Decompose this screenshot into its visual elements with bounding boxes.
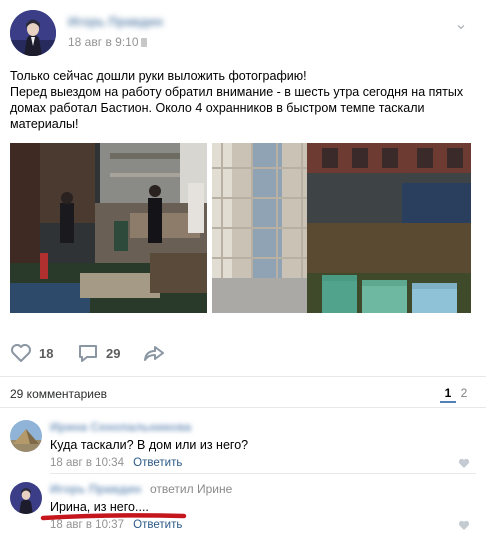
commenter-avatar[interactable] (10, 420, 42, 452)
annotation-stroke (40, 513, 187, 521)
comment-like-button[interactable] (458, 458, 470, 469)
comment-author[interactable]: Игорь Правдин (50, 482, 141, 496)
share-button[interactable] (142, 340, 166, 366)
post-text: Только сейчас дошли руки выложить фотогр… (10, 68, 476, 132)
post-actions: 18 29 (10, 340, 476, 366)
divider (0, 376, 486, 377)
comment-author[interactable]: Ирина Сенопальникова (50, 420, 191, 434)
avatar-image (10, 10, 56, 56)
avatar-image (10, 482, 42, 514)
page-2-tab[interactable]: 2 (456, 385, 472, 403)
post-date-text: 18 авг в 9:10 (68, 35, 139, 49)
reply-to-label[interactable]: ответил Ирине (150, 482, 232, 496)
author-avatar[interactable] (10, 10, 56, 56)
like-button[interactable]: 18 (10, 340, 53, 366)
more-options-icon[interactable]: ⌄ (452, 16, 470, 34)
reply-link[interactable]: Ответить (133, 457, 182, 469)
heart-icon (11, 344, 31, 362)
comment-button[interactable]: 29 (77, 340, 120, 366)
post-date[interactable]: 18 авг в 9:10 (68, 35, 147, 49)
highlight-underline (40, 510, 187, 521)
post-text-line: Перед выездом на работу обратил внимание… (10, 85, 464, 99)
comment-item: Игорь Правдин ответил Ирине Ирина, из не… (10, 482, 476, 532)
construction-photo-workers (10, 143, 207, 313)
pin-icon (140, 38, 147, 47)
construction-photo-scaffolding (212, 143, 471, 313)
heart-icon (458, 520, 470, 530)
comments-pager: 1 2 (440, 385, 472, 403)
divider (0, 407, 486, 408)
comment-meta: 18 авг в 10:34 Ответить (50, 457, 182, 469)
avatar-image (10, 420, 42, 452)
comment-count: 29 (106, 345, 121, 361)
post-text-line: домах работал Бастион. Около 4 охраннико… (10, 101, 425, 115)
divider (50, 473, 476, 474)
post-author-name[interactable]: Игорь Правдин (68, 15, 163, 29)
comment-date[interactable]: 18 авг в 10:34 (50, 457, 124, 469)
like-count: 18 (39, 345, 54, 361)
post-photo-workers[interactable] (10, 143, 207, 313)
share-icon (144, 346, 164, 361)
comment-item: Ирина Сенопальникова Куда таскали? В дом… (10, 420, 476, 470)
comment-text: Куда таскали? В дом или из него? (50, 438, 249, 452)
comments-count: 29 комментариев (10, 387, 108, 401)
page-1-tab[interactable]: 1 (440, 385, 456, 403)
post-text-line: материалы! (10, 117, 79, 131)
comments-header: 29 комментариев 1 2 (10, 385, 476, 403)
post-header: Игорь Правдин 18 авг в 9:10 ⌄ (10, 10, 476, 58)
post-photo-scaffolding[interactable] (212, 143, 471, 313)
heart-icon (458, 458, 470, 468)
post-text-line: Только сейчас дошли руки выложить фотогр… (10, 69, 307, 83)
comment-icon (79, 345, 97, 362)
comment-like-button[interactable] (458, 520, 470, 531)
commenter-avatar[interactable] (10, 482, 42, 514)
